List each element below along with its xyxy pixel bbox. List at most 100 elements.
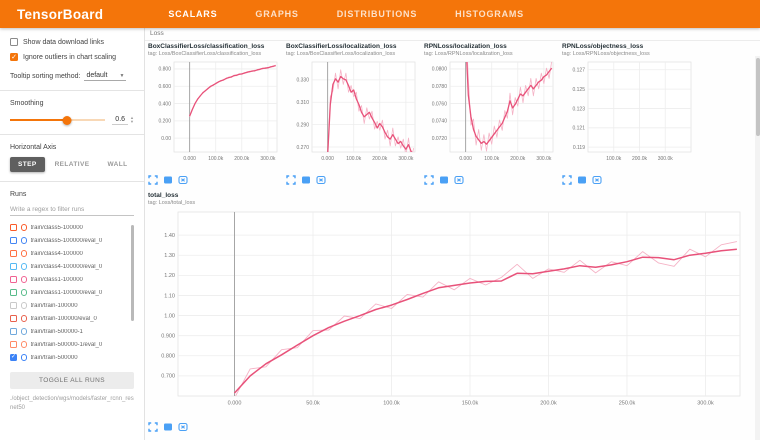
fullscreen-icon[interactable]	[577, 172, 587, 190]
run-row[interactable]: train/train-500000-1	[10, 325, 134, 338]
run-row[interactable]: ✓train/train-500000	[10, 351, 134, 364]
run-checkbox-icon[interactable]	[10, 250, 17, 257]
scalar-chart[interactable]: 0.1190.1210.1230.1250.127100.0k200.0k300…	[562, 59, 694, 165]
fullscreen-icon[interactable]	[163, 419, 173, 437]
chevron-down-icon: ▼	[119, 73, 124, 79]
svg-text:200.0k: 200.0k	[510, 156, 526, 162]
runs-scrollbar[interactable]	[131, 225, 134, 321]
smoothing-value[interactable]: 0.6	[112, 115, 128, 125]
fit-domain-icon[interactable]	[316, 172, 326, 190]
run-isolator-icon[interactable]	[21, 302, 28, 309]
expand-icon[interactable]	[286, 172, 296, 190]
run-label: train/class4-100000/eval_0	[31, 264, 103, 270]
tab-graphs[interactable]: GRAPHS	[253, 5, 300, 23]
run-isolator-icon[interactable]	[21, 315, 28, 322]
axis-step-button[interactable]: STEP	[10, 157, 45, 172]
divider	[0, 134, 144, 135]
run-isolator-icon[interactable]	[21, 263, 28, 270]
tooltip-sorting-dropdown[interactable]: default ▼	[84, 71, 126, 81]
fullscreen-icon[interactable]	[163, 172, 173, 190]
tooltip-sorting-row: Tooltip sorting method: default ▼	[10, 71, 134, 81]
run-row[interactable]: train/train-100000/eval_0	[10, 312, 134, 325]
axis-relative-button[interactable]: RELATIVE	[47, 157, 98, 172]
horizontal-axis-buttons: STEP RELATIVE WALL	[10, 157, 134, 172]
slider-knob[interactable]	[63, 116, 72, 125]
run-isolator-icon[interactable]	[21, 289, 28, 296]
tab-histograms[interactable]: HISTOGRAMS	[453, 5, 526, 23]
run-row[interactable]: train/train-100000	[10, 299, 134, 312]
run-checkbox-icon[interactable]	[10, 302, 17, 309]
scalar-chart[interactable]: 0.2700.2900.3100.3300.000100.0k200.0k300…	[286, 59, 418, 165]
chart-tag: tag: Loss/BoxClassifierLoss/classificati…	[148, 51, 281, 58]
run-checkbox-icon[interactable]	[10, 237, 17, 244]
svg-text:0.0760: 0.0760	[432, 102, 448, 108]
checkbox-icon[interactable]: ✓	[10, 53, 18, 61]
ignore-outliers-checkbox[interactable]: ✓ Ignore outliers in chart scaling	[10, 53, 134, 61]
scalar-chart[interactable]: 0.7000.8000.9001.001.101.201.301.400.000…	[148, 208, 748, 412]
svg-text:200.0k: 200.0k	[632, 156, 648, 162]
chart-tag: tag: Loss/RPNLoss/objectness_loss	[562, 51, 695, 58]
svg-text:0.270: 0.270	[296, 145, 309, 151]
svg-text:0.0740: 0.0740	[432, 119, 448, 125]
main-scrollbar-track[interactable]	[755, 56, 760, 440]
fit-domain-icon[interactable]	[178, 419, 188, 437]
tab-distributions[interactable]: DISTRIBUTIONS	[335, 5, 419, 23]
svg-text:0.800: 0.800	[161, 354, 175, 360]
scalar-chart[interactable]: 0.000.2000.4000.6000.8000.000100.0k200.0…	[148, 59, 280, 165]
run-checkbox-icon[interactable]	[10, 276, 17, 283]
chart-title: BoxClassifierLoss/localization_loss	[286, 43, 419, 51]
checkbox-icon[interactable]	[10, 38, 18, 46]
fit-domain-icon[interactable]	[454, 172, 464, 190]
svg-text:0.0780: 0.0780	[432, 84, 448, 90]
run-checkbox-icon[interactable]	[10, 224, 17, 231]
run-row[interactable]: train/class1-100000	[10, 273, 134, 286]
run-isolator-icon[interactable]	[21, 328, 28, 335]
run-row[interactable]: train/class5-100000/eval_0	[10, 234, 134, 247]
axis-wall-button[interactable]: WALL	[99, 157, 135, 172]
show-download-links-checkbox[interactable]: Show data download links	[10, 38, 134, 46]
main-scrollbar-thumb[interactable]	[756, 58, 760, 136]
section-header-loss[interactable]: Loss	[150, 30, 164, 37]
chart-card-toolbar	[148, 172, 281, 190]
svg-text:200.0k: 200.0k	[540, 401, 557, 407]
run-row[interactable]: train/class4-100000/eval_0	[10, 260, 134, 273]
fullscreen-icon[interactable]	[301, 172, 311, 190]
run-checkbox-icon[interactable]	[10, 328, 17, 335]
svg-text:100.0k: 100.0k	[484, 156, 500, 162]
run-checkbox-icon[interactable]: ✓	[10, 354, 17, 361]
expand-icon[interactable]	[148, 172, 158, 190]
fullscreen-icon[interactable]	[439, 172, 449, 190]
run-checkbox-icon[interactable]	[10, 341, 17, 348]
run-isolator-icon[interactable]	[21, 341, 28, 348]
svg-text:1.10: 1.10	[164, 294, 175, 300]
scalar-chart[interactable]: 0.07200.07400.07600.07800.08000.000100.0…	[424, 59, 556, 165]
run-checkbox-icon[interactable]	[10, 289, 17, 296]
expand-icon[interactable]	[562, 172, 572, 190]
run-row[interactable]: ✓train/train-500000/eval_0	[10, 364, 134, 367]
fit-domain-icon[interactable]	[592, 172, 602, 190]
smoothing-value-wrap: 0.6 ▲▼	[112, 115, 134, 125]
toggle-all-runs-button[interactable]: TOGGLE ALL RUNS	[10, 372, 134, 389]
run-isolator-icon[interactable]	[21, 250, 28, 257]
stepper-arrows-icon[interactable]: ▲▼	[130, 116, 134, 124]
expand-icon[interactable]	[424, 172, 434, 190]
fit-domain-icon[interactable]	[178, 172, 188, 190]
run-row[interactable]: train/class1-100000/eval_0	[10, 286, 134, 299]
expand-icon[interactable]	[148, 419, 158, 437]
svg-text:0.127: 0.127	[572, 68, 585, 74]
tab-scalars[interactable]: SCALARS	[166, 5, 219, 23]
chart-title: RPNLoss/localization_loss	[424, 43, 557, 51]
run-label: train/train-100000	[31, 303, 78, 309]
run-row[interactable]: train/class5-100000	[10, 221, 134, 234]
run-row[interactable]: train/class4-100000	[10, 247, 134, 260]
run-isolator-icon[interactable]	[21, 354, 28, 361]
run-isolator-icon[interactable]	[21, 237, 28, 244]
run-isolator-icon[interactable]	[21, 276, 28, 283]
run-filter-input[interactable]	[10, 204, 134, 216]
run-checkbox-icon[interactable]	[10, 315, 17, 322]
svg-text:0.000: 0.000	[183, 156, 196, 162]
smoothing-slider[interactable]	[10, 114, 105, 125]
run-row[interactable]: train/train-500000-1/eval_0	[10, 338, 134, 351]
run-checkbox-icon[interactable]	[10, 263, 17, 270]
run-isolator-icon[interactable]	[21, 224, 28, 231]
